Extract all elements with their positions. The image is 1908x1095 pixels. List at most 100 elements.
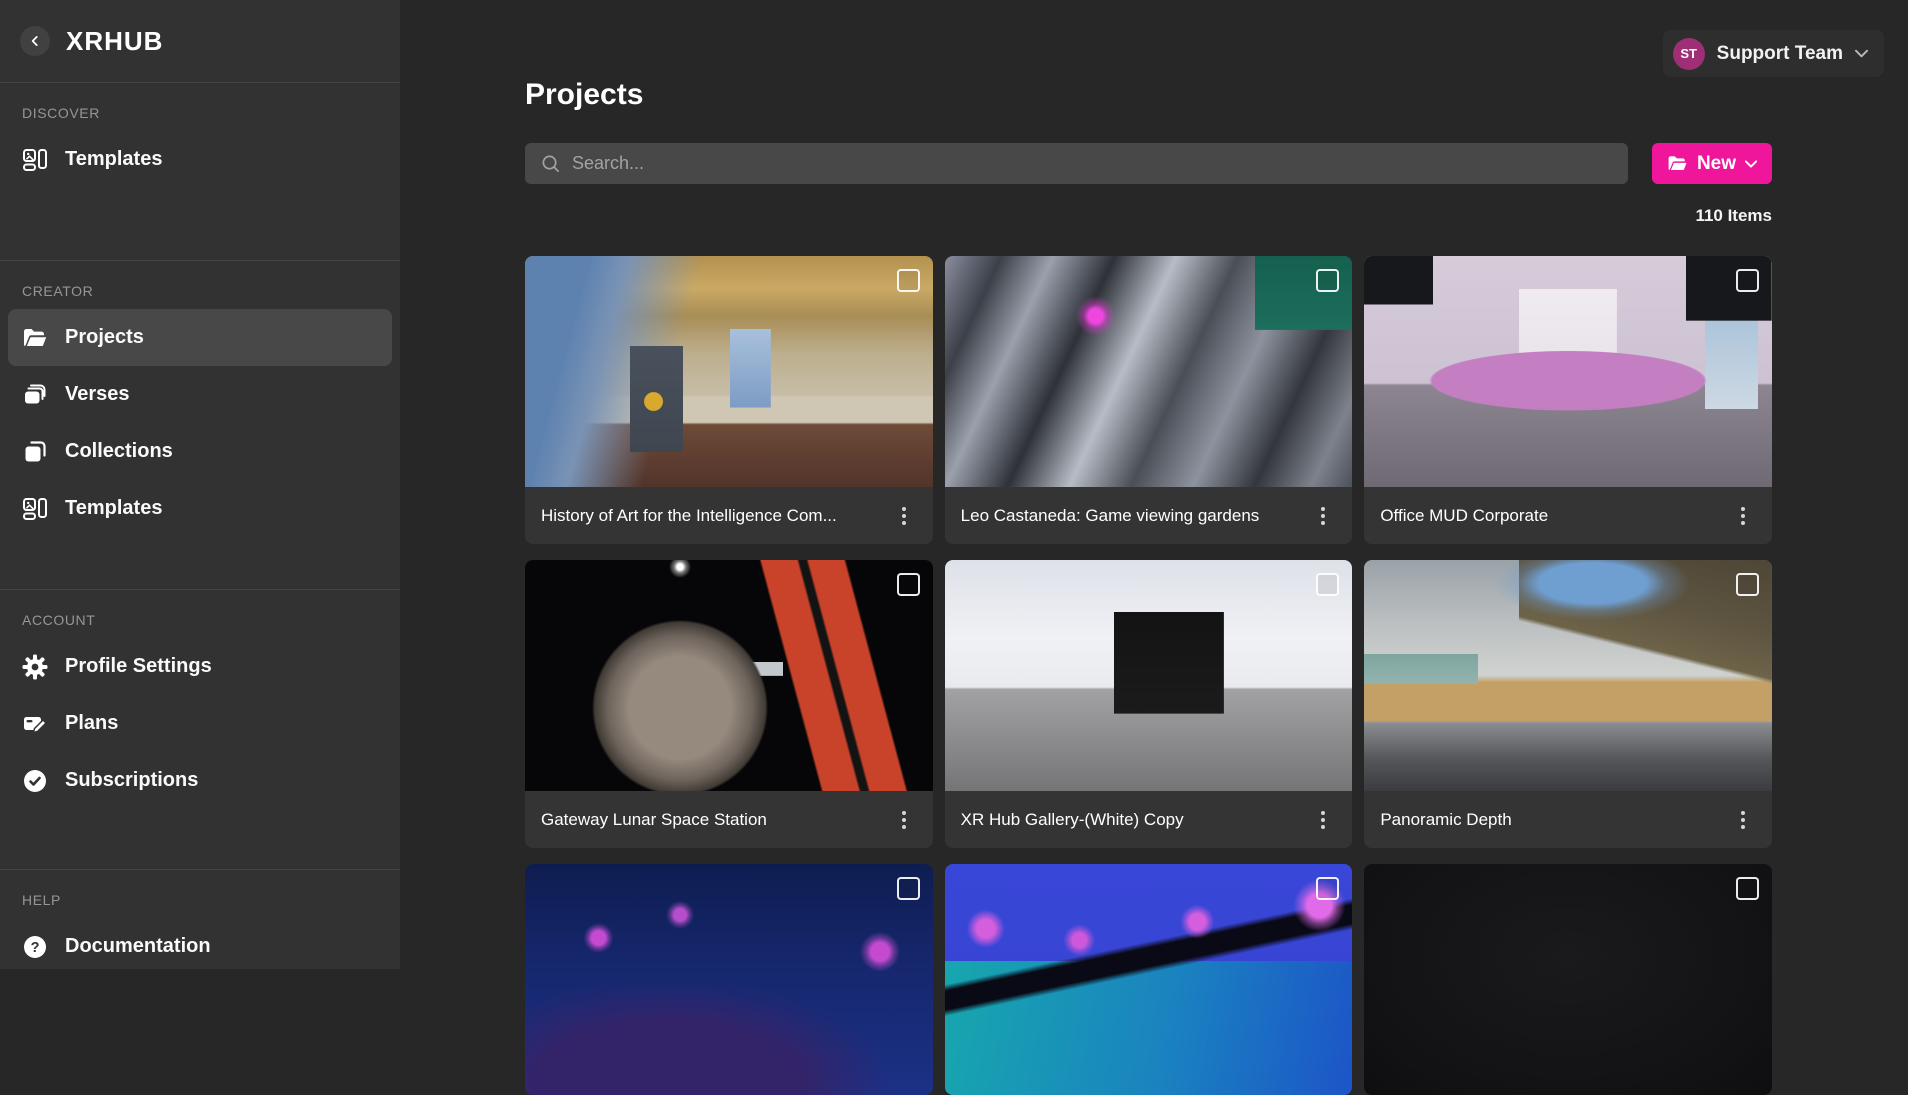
sidebar-item-profile-settings[interactable]: Profile Settings <box>8 638 392 695</box>
sidebar-item-label: Templates <box>65 497 162 520</box>
sidebar-item-templates-creator[interactable]: Templates <box>8 480 392 537</box>
project-thumbnail[interactable] <box>525 864 933 1095</box>
sidebar-item-label: Verses <box>65 383 130 406</box>
search-icon <box>541 154 560 173</box>
card-select-checkbox[interactable] <box>1316 269 1339 292</box>
sidebar-item-plans[interactable]: Plans <box>8 695 392 752</box>
card-title-bar: XR Hub Gallery-(White) Copy <box>945 791 1353 848</box>
project-card: XR Hub Gallery-(White) Copy <box>945 560 1353 848</box>
sidebar-item-subscriptions[interactable]: Subscriptions <box>8 752 392 809</box>
project-thumbnail[interactable] <box>1364 864 1772 1095</box>
avatar: ST <box>1673 38 1705 70</box>
sidebar-item-verses[interactable]: Verses <box>8 366 392 423</box>
section-label: CREATOR <box>22 283 392 299</box>
project-thumbnail[interactable] <box>945 256 1353 487</box>
card-title: Leo Castaneda: Game viewing gardens <box>961 506 1311 526</box>
card-title: XR Hub Gallery-(White) Copy <box>961 810 1311 830</box>
kebab-menu-icon[interactable] <box>1310 503 1336 529</box>
card-title-bar: History of Art for the Intelligence Com.… <box>525 487 933 544</box>
kebab-menu-icon[interactable] <box>1310 807 1336 833</box>
verses-stack-icon <box>22 382 48 408</box>
sidebar-item-label: Documentation <box>65 935 211 958</box>
search-input[interactable] <box>572 153 1612 174</box>
card-title: Gateway Lunar Space Station <box>541 810 891 830</box>
project-thumbnail[interactable] <box>525 256 933 487</box>
card-select-checkbox[interactable] <box>1736 269 1759 292</box>
card-select-checkbox[interactable] <box>897 269 920 292</box>
search-box <box>525 143 1628 184</box>
sidebar-section-help: HELP ? Documentation <box>0 870 400 1027</box>
card-select-checkbox[interactable] <box>1736 877 1759 900</box>
card-title-bar: Gateway Lunar Space Station <box>525 791 933 848</box>
project-thumbnail[interactable] <box>945 560 1353 791</box>
card-select-checkbox[interactable] <box>897 573 920 596</box>
user-menu-button[interactable]: ST Support Team <box>1663 30 1884 77</box>
project-thumbnail[interactable] <box>525 560 933 791</box>
sidebar-item-templates-discover[interactable]: Templates <box>8 131 392 188</box>
project-card: Leo Castaneda: Game viewing gardens <box>945 256 1353 544</box>
project-thumbnail[interactable] <box>1364 560 1772 791</box>
toolbar: New <box>525 143 1772 184</box>
back-button[interactable] <box>20 26 50 56</box>
app-logo: XRHUB <box>66 26 163 57</box>
templates-icon <box>22 496 48 522</box>
svg-text:?: ? <box>31 940 40 956</box>
sidebar-header: XRHUB <box>0 0 400 83</box>
kebab-menu-icon[interactable] <box>891 807 917 833</box>
card-select-checkbox[interactable] <box>897 877 920 900</box>
project-card: Gateway Lunar Space Station <box>525 560 933 848</box>
card-select-checkbox[interactable] <box>1316 573 1339 596</box>
main-content: ST Support Team Projects New 1 <box>400 0 1908 969</box>
sidebar-item-projects[interactable]: Projects <box>8 309 392 366</box>
check-circle-icon <box>22 768 48 794</box>
question-circle-icon: ? <box>22 934 48 960</box>
project-thumbnail[interactable] <box>1364 256 1772 487</box>
card-title-bar: Panoramic Depth <box>1364 791 1772 848</box>
projects-grid: History of Art for the Intelligence Com.… <box>525 256 1772 1095</box>
folder-icon <box>1667 153 1688 174</box>
project-card <box>1364 864 1772 1095</box>
sidebar-section-account: ACCOUNT <box>0 590 400 870</box>
new-button-label: New <box>1697 153 1736 175</box>
chevron-left-icon <box>28 34 42 48</box>
kebab-menu-icon[interactable] <box>1730 807 1756 833</box>
sidebar-item-collections[interactable]: Collections <box>8 423 392 480</box>
section-label: HELP <box>22 892 392 908</box>
sidebar-item-label: Projects <box>65 326 144 349</box>
page-title: Projects <box>525 78 643 112</box>
card-select-checkbox[interactable] <box>1316 877 1339 900</box>
card-title-bar: Leo Castaneda: Game viewing gardens <box>945 487 1353 544</box>
folder-open-icon <box>22 325 48 351</box>
card-title: Office MUD Corporate <box>1380 506 1730 526</box>
plans-card-icon <box>22 711 48 737</box>
card-select-checkbox[interactable] <box>1736 573 1759 596</box>
sidebar-item-label: Collections <box>65 440 173 463</box>
sidebar-item-documentation[interactable]: ? Documentation <box>8 918 392 975</box>
sidebar-item-label: Plans <box>65 712 118 735</box>
collections-icon <box>22 439 48 465</box>
project-card <box>945 864 1353 1095</box>
card-title: Panoramic Depth <box>1380 810 1730 830</box>
kebab-menu-icon[interactable] <box>891 503 917 529</box>
user-name: Support Team <box>1717 43 1843 65</box>
sidebar-item-label: Templates <box>65 148 162 171</box>
new-button[interactable]: New <box>1652 143 1772 184</box>
card-title: History of Art for the Intelligence Com.… <box>541 506 891 526</box>
chevron-down-icon <box>1855 49 1868 58</box>
card-title-bar: Office MUD Corporate <box>1364 487 1772 544</box>
items-count: 110 Items <box>525 206 1772 226</box>
templates-icon <box>22 147 48 173</box>
project-card: History of Art for the Intelligence Com.… <box>525 256 933 544</box>
project-card: Office MUD Corporate <box>1364 256 1772 544</box>
section-label: DISCOVER <box>22 105 392 121</box>
sidebar-item-label: Subscriptions <box>65 769 198 792</box>
chevron-down-icon <box>1745 160 1757 168</box>
sidebar-section-discover: DISCOVER Templates <box>0 83 400 261</box>
project-card: Panoramic Depth <box>1364 560 1772 848</box>
sidebar: XRHUB DISCOVER Templates CREATOR <box>0 0 400 969</box>
project-thumbnail[interactable] <box>945 864 1353 1095</box>
sidebar-section-creator: CREATOR Projects Verses <box>0 261 400 590</box>
kebab-menu-icon[interactable] <box>1730 503 1756 529</box>
project-card <box>525 864 933 1095</box>
sidebar-item-label: Profile Settings <box>65 655 212 678</box>
